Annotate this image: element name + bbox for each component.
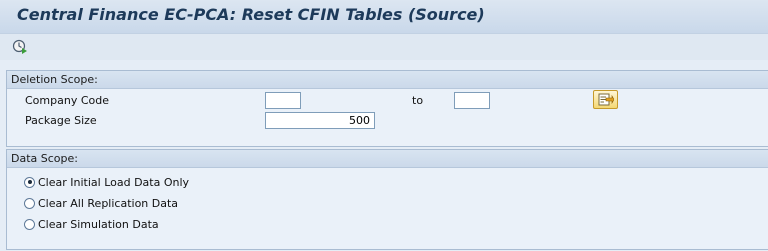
- radio-clear-simulation[interactable]: Clear Simulation Data: [24, 216, 159, 232]
- title-bar: Central Finance EC-PCA: Reset CFIN Table…: [0, 0, 768, 34]
- radio-clear-initial-load[interactable]: Clear Initial Load Data Only: [24, 174, 189, 190]
- multiple-selection-arrow-icon: [598, 93, 614, 106]
- company-code-from-field[interactable]: [265, 92, 301, 109]
- package-size-label: Package Size: [25, 114, 97, 127]
- deletion-scope-header: Deletion Scope:: [7, 71, 768, 89]
- execute-button[interactable]: [12, 38, 28, 54]
- company-code-to-field[interactable]: [454, 92, 490, 109]
- page-title: Central Finance EC-PCA: Reset CFIN Table…: [17, 5, 485, 24]
- radio-button[interactable]: [24, 218, 35, 230]
- package-size-field[interactable]: 500: [265, 112, 375, 129]
- execute-clock-icon: [12, 39, 27, 54]
- radio-clear-all-replication[interactable]: Clear All Replication Data: [24, 195, 178, 211]
- data-scope-group: Data Scope: Clear Initial Load Data Only…: [6, 149, 768, 250]
- deletion-scope-group: Deletion Scope: Company Code to Package …: [6, 70, 768, 147]
- application-toolbar: [0, 34, 768, 60]
- multiple-selection-button[interactable]: [593, 90, 618, 109]
- radio-button-selected[interactable]: [24, 176, 35, 188]
- company-code-label: Company Code: [25, 94, 109, 107]
- radio-label: Clear Initial Load Data Only: [38, 175, 190, 189]
- radio-label: Clear All Replication Data: [38, 196, 179, 210]
- data-scope-header: Data Scope:: [7, 150, 768, 168]
- to-label: to: [412, 94, 424, 107]
- selection-screen: Deletion Scope: Company Code to Package …: [0, 60, 768, 251]
- radio-label: Clear Simulation Data: [38, 217, 159, 231]
- radio-button[interactable]: [24, 197, 35, 209]
